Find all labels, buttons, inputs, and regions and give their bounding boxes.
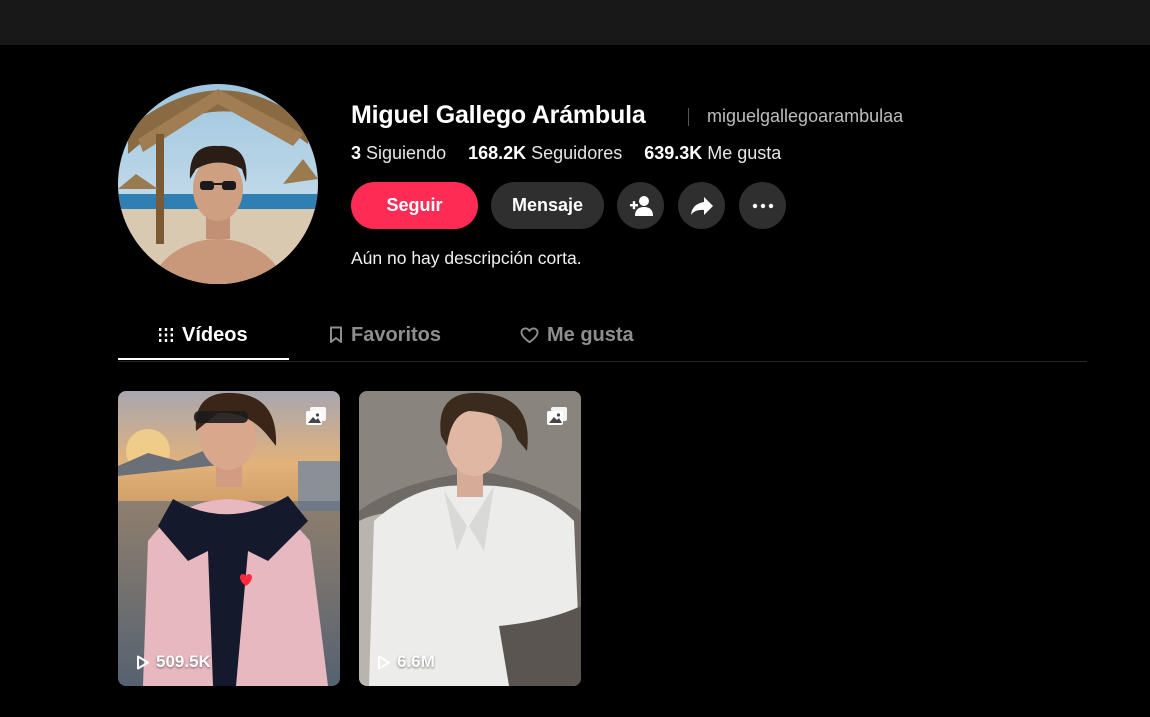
follow-button[interactable]: Seguir: [351, 182, 478, 229]
video-thumbnail: [118, 391, 340, 686]
video-card[interactable]: 509.5K: [118, 391, 340, 686]
view-count: 509.5K: [136, 652, 211, 672]
bookmark-icon: [330, 326, 342, 343]
active-tab-indicator: [118, 358, 289, 360]
video-thumbnail: [359, 391, 581, 686]
tab-likes-label: Me gusta: [547, 323, 634, 346]
top-bar: [0, 0, 1150, 45]
photo-gallery-icon: [306, 407, 326, 425]
view-count: 6.6M: [377, 652, 435, 672]
likes-count: 639.3K: [644, 143, 703, 163]
avatar[interactable]: [118, 84, 318, 284]
display-name: Miguel Gallego Arámbula: [351, 101, 646, 129]
add-friend-button[interactable]: [617, 182, 664, 229]
video-card[interactable]: 6.6M: [359, 391, 581, 686]
tab-videos[interactable]: Vídeos: [158, 322, 248, 348]
followers-count: 168.2K: [468, 143, 527, 163]
tab-favorites[interactable]: Favoritos: [329, 322, 441, 348]
tab-videos-label: Vídeos: [182, 323, 248, 346]
more-options-button[interactable]: [739, 182, 786, 229]
followers-label: Seguidores: [531, 143, 623, 163]
tabs-divider: [118, 361, 1087, 362]
username: miguelgallegoarambulaa: [707, 106, 904, 126]
play-icon: [378, 655, 390, 669]
likes-stat: 639.3K Me gusta: [644, 143, 781, 164]
following-stat[interactable]: 3 Siguiendo: [351, 143, 446, 164]
view-count-value: 6.6M: [397, 652, 435, 671]
photo-gallery-icon: [547, 407, 567, 425]
following-count: 3: [351, 143, 362, 163]
profile-stats: 3 Siguiendo 168.2K Seguidores 639.3K Me gus…: [351, 143, 781, 164]
share-button[interactable]: [678, 182, 725, 229]
likes-label: Me gusta: [707, 143, 782, 163]
view-count-value: 509.5K: [156, 652, 211, 671]
following-label: Siguiendo: [366, 143, 447, 163]
bio-text: Aún no hay descripción corta.: [351, 248, 582, 268]
message-button[interactable]: Mensaje: [491, 182, 604, 229]
tab-favorites-label: Favoritos: [351, 323, 442, 346]
tab-likes[interactable]: Me gusta: [520, 322, 634, 348]
followers-stat[interactable]: 168.2K Seguidores: [468, 143, 622, 164]
add-user-icon: [629, 195, 653, 216]
more-icon: [752, 203, 773, 208]
grid-icon: [159, 328, 173, 342]
play-icon: [137, 655, 149, 669]
heart-icon: [520, 326, 539, 343]
name-separator: [688, 108, 689, 126]
share-icon: [690, 196, 713, 215]
